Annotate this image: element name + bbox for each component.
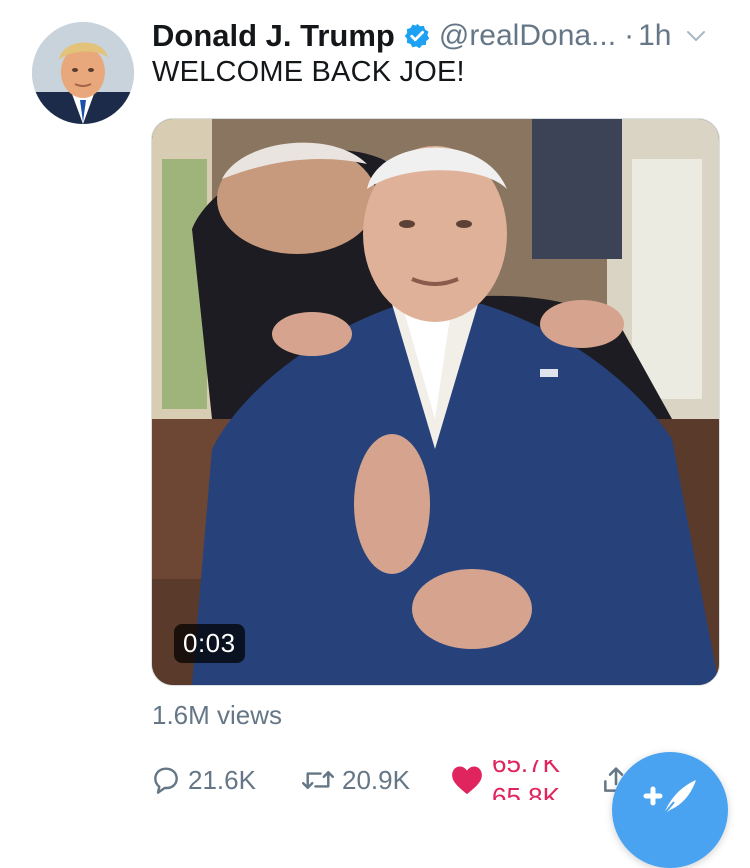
video-thumbnail [152, 119, 719, 685]
chevron-down-icon[interactable] [685, 25, 707, 47]
author-display-name[interactable]: Donald J. Trump [152, 18, 395, 54]
view-count: 1.6M views [152, 700, 283, 730]
verified-badge-icon [403, 22, 431, 50]
author-handle[interactable]: @realDona... [439, 19, 616, 53]
compose-tweet-button[interactable] [612, 752, 728, 868]
tweet-text: WELCOME BACK JOE! [152, 56, 465, 88]
profile-photo-icon [32, 22, 134, 124]
like-button[interactable]: 65.7K 65.8K [450, 760, 572, 800]
reply-icon [150, 764, 182, 796]
like-count-ticker: 65.7K 65.8K [492, 760, 572, 800]
like-count-current: 65.8K [492, 782, 560, 800]
avatar[interactable] [32, 22, 134, 124]
retweet-icon [300, 764, 336, 796]
video-duration-badge: 0:03 [174, 624, 245, 663]
reply-count: 21.6K [188, 764, 256, 795]
retweet-button[interactable]: 20.9K [300, 760, 410, 800]
like-count-previous: 65.7K [492, 760, 560, 778]
compose-tweet-icon [640, 774, 700, 830]
tweet-header: Donald J. Trump @realDona... · 1h [152, 14, 732, 58]
reply-button[interactable]: 21.6K [150, 760, 256, 800]
heart-icon [450, 764, 484, 796]
retweet-count: 20.9K [342, 764, 410, 795]
video-player[interactable]: 0:03 [151, 118, 720, 686]
tweet-timestamp[interactable]: 1h [638, 19, 671, 53]
separator-dot: · [624, 19, 635, 52]
